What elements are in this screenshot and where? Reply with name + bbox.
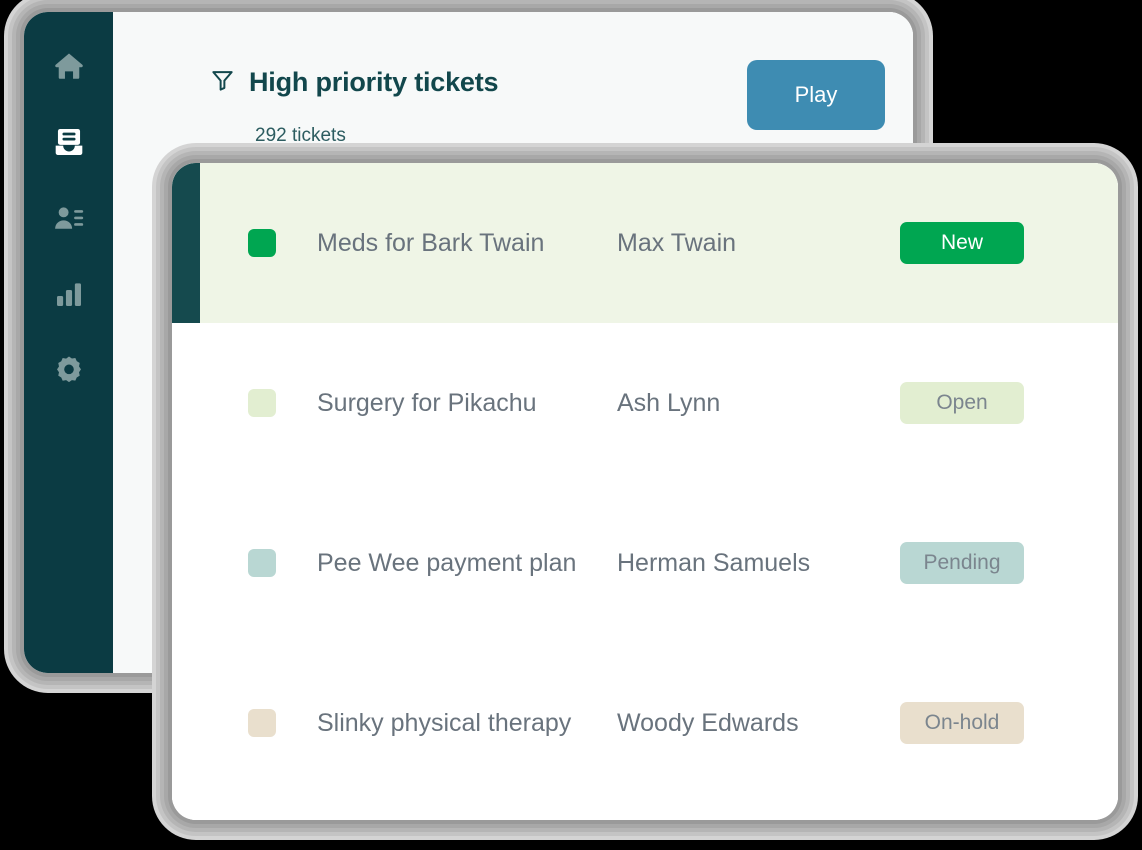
sidebar-item-tickets[interactable] [45, 118, 93, 166]
table-row[interactable]: Pee Wee payment plan Herman Samuels Pendin… [172, 483, 1118, 643]
sidebar-item-settings[interactable] [45, 346, 93, 394]
bar-chart-icon [53, 278, 85, 310]
header-title-row: High priority tickets [210, 67, 499, 98]
row-selection-accent [172, 163, 200, 323]
page-title: High priority tickets [249, 67, 499, 97]
inbox-icon [52, 125, 86, 159]
contact-list-icon [52, 201, 86, 235]
status-color-swatch [248, 229, 276, 257]
home-icon [52, 49, 86, 83]
ticket-title: Surgery for Pikachu [317, 388, 537, 417]
status-badge[interactable]: On-hold [900, 702, 1024, 744]
play-button[interactable]: Play [747, 60, 885, 130]
sidebar [24, 12, 113, 673]
front-card: Meds for Bark Twain Max Twain New Surgery f… [172, 163, 1118, 820]
status-cell: On-hold [887, 702, 1037, 744]
filter-icon [210, 67, 235, 98]
status-cell: New [887, 222, 1037, 264]
row-selection-accent [172, 483, 200, 643]
page-header: High priority tickets 292 tickets Play [113, 12, 913, 172]
status-cell: Pending [887, 542, 1037, 584]
status-color-swatch [248, 549, 276, 577]
ticket-list: Meds for Bark Twain Max Twain New Surgery f… [172, 163, 1118, 820]
sidebar-item-contacts[interactable] [45, 194, 93, 242]
ticket-contact-name: Woody Edwards [617, 708, 799, 737]
table-row[interactable]: Meds for Bark Twain Max Twain New [172, 163, 1118, 323]
ticket-title: Meds for Bark Twain [317, 228, 545, 257]
row-selection-accent [172, 323, 200, 483]
table-row[interactable]: Slinky physical therapy Woody Edwards On-h… [172, 643, 1118, 803]
status-cell: Open [887, 382, 1037, 424]
table-row[interactable]: Surgery for Pikachu Ash Lynn Open [172, 323, 1118, 483]
ticket-title: Slinky physical therapy [317, 708, 572, 737]
status-badge[interactable]: Open [900, 382, 1024, 424]
gear-icon [53, 354, 85, 386]
ticket-contact-name: Ash Lynn [617, 388, 721, 417]
ticket-contact-name: Max Twain [617, 228, 737, 257]
status-badge[interactable]: New [900, 222, 1024, 264]
sidebar-item-reports[interactable] [45, 270, 93, 318]
sidebar-item-home[interactable] [45, 42, 93, 90]
ticket-contact-name: Herman Samuels [617, 548, 811, 577]
row-selection-accent [172, 643, 200, 803]
ticket-title: Pee Wee payment plan [317, 548, 577, 577]
status-badge[interactable]: Pending [900, 542, 1024, 584]
ticket-count: 292 tickets [255, 125, 346, 146]
status-color-swatch [248, 389, 276, 417]
status-color-swatch [248, 709, 276, 737]
